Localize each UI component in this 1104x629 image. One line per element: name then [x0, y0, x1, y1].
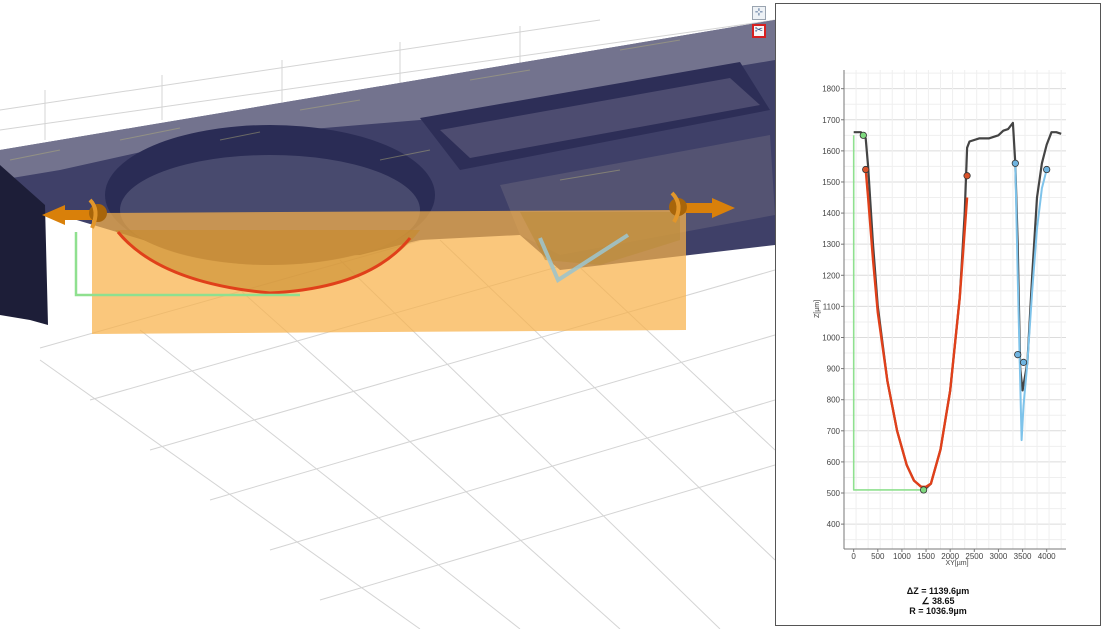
x-tick-label: 3000 — [990, 552, 1008, 561]
profile-marker — [963, 172, 971, 180]
y-tick-label: 1600 — [822, 147, 840, 156]
profile-panel: 1800 1700 1600 1500 1400 1300 1200 1100 1000 900 8… — [775, 3, 1101, 626]
reference-bracket-line — [852, 135, 924, 491]
scissors-icon: ✂ — [754, 25, 764, 36]
x-tick-label: 3500 — [1014, 552, 1032, 561]
y-tick-label: 1200 — [822, 271, 840, 280]
x-tick-label: 1500 — [917, 552, 935, 561]
measured-profile-line — [853, 121, 1062, 490]
y-tick-label: 500 — [827, 489, 841, 498]
profile-chart[interactable]: 1800 1700 1600 1500 1400 1300 1200 1100 1000 900 8… — [776, 4, 1102, 627]
radius-result: R = 1036.9µm — [909, 606, 967, 616]
delta-z-result: ΔZ = 1139.6µm — [906, 586, 970, 596]
profile-marker — [1014, 351, 1022, 359]
3d-viewport[interactable]: ⊹ ✂ — [0, 0, 775, 629]
y-tick-label: 1700 — [822, 116, 840, 125]
view-axes-button[interactable]: ⊹ — [752, 6, 766, 20]
y-tick-label: 400 — [827, 520, 841, 529]
angle-fit-line — [1014, 163, 1048, 442]
y-tick-label: 1800 — [822, 85, 840, 94]
cut-tool-button[interactable]: ✂ — [752, 24, 766, 38]
y-tick-label: 1000 — [822, 333, 840, 342]
y-tick-label: 1400 — [822, 209, 840, 218]
x-tick-label: 1000 — [893, 552, 911, 561]
x-tick-label: 4000 — [1038, 552, 1056, 561]
profile-marker — [862, 165, 870, 174]
measurement-results: ΔZ = 1139.6µm ∠ 38.65 R = 1036.9µm — [776, 586, 1100, 616]
profile-marker — [1019, 358, 1028, 366]
profile-marker — [1011, 159, 1019, 167]
y-tick-label: 900 — [827, 365, 841, 374]
x-tick-label: 0 — [851, 552, 856, 561]
axes-view-icon: ⊹ — [754, 7, 764, 18]
profile-marker — [859, 131, 867, 139]
y-tick-label: 1100 — [823, 302, 841, 311]
angle-result: ∠ 38.65 — [921, 596, 955, 606]
y-axis-label: Z[µm] — [814, 300, 821, 318]
y-tick-label: 1300 — [822, 240, 840, 249]
y-tick-label: 800 — [827, 396, 841, 405]
x-axis-label: XY[µm] — [945, 560, 968, 567]
profile-marker — [920, 486, 928, 494]
y-tick-label: 1500 — [822, 178, 840, 187]
3d-scene[interactable] — [0, 0, 775, 629]
x-tick-label: 500 — [871, 552, 885, 561]
y-tick-label: 700 — [827, 427, 841, 436]
y-tick-label: 600 — [827, 458, 841, 467]
profile-marker — [1043, 165, 1051, 174]
